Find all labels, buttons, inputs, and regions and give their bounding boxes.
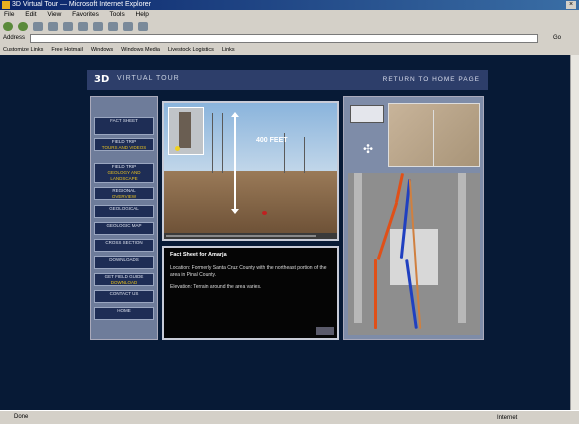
route-orange xyxy=(394,173,405,203)
inset-view xyxy=(168,107,204,155)
nav-regional[interactable]: REGIONAL OVERVIEW xyxy=(94,187,154,200)
home-icon[interactable] xyxy=(63,21,73,31)
menu-view[interactable]: View xyxy=(47,11,61,18)
map-mode-selector[interactable] xyxy=(350,105,384,123)
go-button[interactable]: Go xyxy=(553,33,561,44)
height-label: 400 FEET xyxy=(256,137,288,144)
link-item[interactable]: Windows Media xyxy=(121,45,160,55)
height-arrow-icon xyxy=(231,112,239,214)
address-input[interactable] xyxy=(30,34,538,43)
ie-icon xyxy=(2,1,10,9)
more-button[interactable] xyxy=(316,327,334,335)
close-button[interactable]: × xyxy=(566,1,576,9)
fact-sheet-panel: Fact Sheet for Amarja Location: Formerly… xyxy=(162,246,339,340)
history-icon[interactable] xyxy=(108,21,118,31)
back-icon[interactable] xyxy=(3,21,13,31)
vertical-scrollbar[interactable] xyxy=(570,55,579,410)
fact-sheet-title: Fact Sheet for Amarja xyxy=(170,252,227,258)
ground-marker-icon xyxy=(262,211,267,215)
side-nav: FACT SHEET FIELD TRIP TOURS AND VIDEOS FI… xyxy=(90,96,158,340)
security-zone: Internet xyxy=(497,415,518,421)
link-item[interactable]: Links xyxy=(222,45,235,55)
fact-sheet-line: Location: Formerly Santa Cruz County wit… xyxy=(170,265,327,278)
site-logo[interactable]: 3D xyxy=(94,74,109,85)
menu-file[interactable]: File xyxy=(4,11,14,18)
nav-label: DOWNLOADS xyxy=(109,257,139,262)
nav-downloads[interactable]: DOWNLOADS xyxy=(94,256,154,269)
route-orange xyxy=(374,259,377,329)
nav-contact[interactable]: CONTACT US xyxy=(94,290,154,303)
video-controls[interactable] xyxy=(164,233,337,239)
print-icon[interactable] xyxy=(138,21,148,31)
nav-label: REGIONAL xyxy=(112,188,136,193)
link-item[interactable]: Customize Links xyxy=(3,45,43,55)
menu-edit[interactable]: Edit xyxy=(25,11,36,18)
link-item[interactable]: Livestock Logistics xyxy=(168,45,214,55)
nav-label: FIELD TRIP xyxy=(111,139,137,144)
nav-label: GEOLOGICAL xyxy=(109,206,139,211)
nav-label: FIELD TRIP xyxy=(111,164,137,169)
map-panel: ✣ xyxy=(343,96,484,340)
nav-sublabel: GEOLOGY AND LANDSCAPE xyxy=(107,170,141,181)
nav-geological[interactable]: GEOLOGICAL xyxy=(94,205,154,218)
favorites-icon[interactable] xyxy=(93,21,103,31)
location-marker-icon xyxy=(175,146,180,151)
nav-fact-sheet[interactable]: FACT SHEET xyxy=(94,117,154,135)
nav-geologic-map[interactable]: GEOLOGIC MAP xyxy=(94,222,154,235)
status-bar: Done Internet xyxy=(0,410,579,422)
power-pole xyxy=(222,113,223,173)
nav-label: HOME xyxy=(117,308,131,313)
video-progress[interactable] xyxy=(166,235,316,237)
compass-icon[interactable]: ✣ xyxy=(360,141,376,157)
links-bar: Customize Links Free Hotmail Windows Win… xyxy=(0,45,579,55)
nav-label: CONTACT US xyxy=(109,291,139,296)
map-terrain xyxy=(354,173,362,323)
title-bar: 3D Virtual Tour — Microsoft Internet Exp… xyxy=(0,0,579,10)
map-terrain xyxy=(458,173,466,323)
aerial-map[interactable] xyxy=(348,173,480,335)
nav-sublabel: OVERVIEW xyxy=(111,194,137,199)
toolbar xyxy=(0,20,579,32)
nav-field-trip-geology[interactable]: FIELD TRIP GEOLOGY AND LANDSCAPE xyxy=(94,163,154,183)
nav-label: CROSS SECTION xyxy=(105,240,143,245)
nav-label: GEOLOGIC MAP xyxy=(106,223,142,228)
nav-field-guide[interactable]: GET FIELD GUIDE DOWNLOAD xyxy=(94,273,154,286)
link-item[interactable]: Free Hotmail xyxy=(51,45,82,55)
refresh-icon[interactable] xyxy=(48,21,58,31)
forward-icon[interactable] xyxy=(18,21,28,31)
search-icon[interactable] xyxy=(78,21,88,31)
video-player[interactable]: 400 FEET xyxy=(162,101,339,241)
map-road xyxy=(433,110,434,166)
address-label: Address xyxy=(3,35,26,41)
power-pole xyxy=(212,113,213,173)
nav-sublabel: TOURS AND VIDEOS xyxy=(101,145,147,150)
stop-icon[interactable] xyxy=(33,21,43,31)
browser-window: 3D Virtual Tour — Microsoft Internet Exp… xyxy=(0,0,579,422)
menu-favorites[interactable]: Favorites xyxy=(72,11,99,18)
page-header: 3D VIRTUAL TOUR RETURN TO HOME PAGE xyxy=(87,70,488,90)
fact-sheet-line: Elevation: Terrain around the area varie… xyxy=(170,284,262,290)
nav-label: GET FIELD GUIDE xyxy=(104,274,144,279)
nav-home[interactable]: HOME xyxy=(94,307,154,320)
site-title: VIRTUAL TOUR xyxy=(117,75,180,82)
power-pole xyxy=(304,137,305,173)
nav-sublabel: DOWNLOAD xyxy=(110,280,138,285)
nav-field-trip-tours[interactable]: FIELD TRIP TOURS AND VIDEOS xyxy=(94,138,154,151)
map-thumbnail[interactable] xyxy=(388,103,480,167)
return-home-link[interactable]: RETURN TO HOME PAGE xyxy=(383,76,480,83)
menu-bar: File Edit View Favorites Tools Help xyxy=(0,10,579,20)
menu-tools[interactable]: Tools xyxy=(110,11,125,18)
nav-label: FACT SHEET xyxy=(110,118,138,123)
nav-cross-section[interactable]: CROSS SECTION xyxy=(94,239,154,252)
video-ground xyxy=(164,171,337,239)
address-bar: Address Go xyxy=(0,33,579,44)
menu-help[interactable]: Help xyxy=(136,11,149,18)
window-title: 3D Virtual Tour — Microsoft Internet Exp… xyxy=(12,1,152,8)
rock-formation xyxy=(179,112,191,148)
mail-icon[interactable] xyxy=(123,21,133,31)
status-text: Done xyxy=(14,414,29,420)
link-item[interactable]: Windows xyxy=(91,45,113,55)
